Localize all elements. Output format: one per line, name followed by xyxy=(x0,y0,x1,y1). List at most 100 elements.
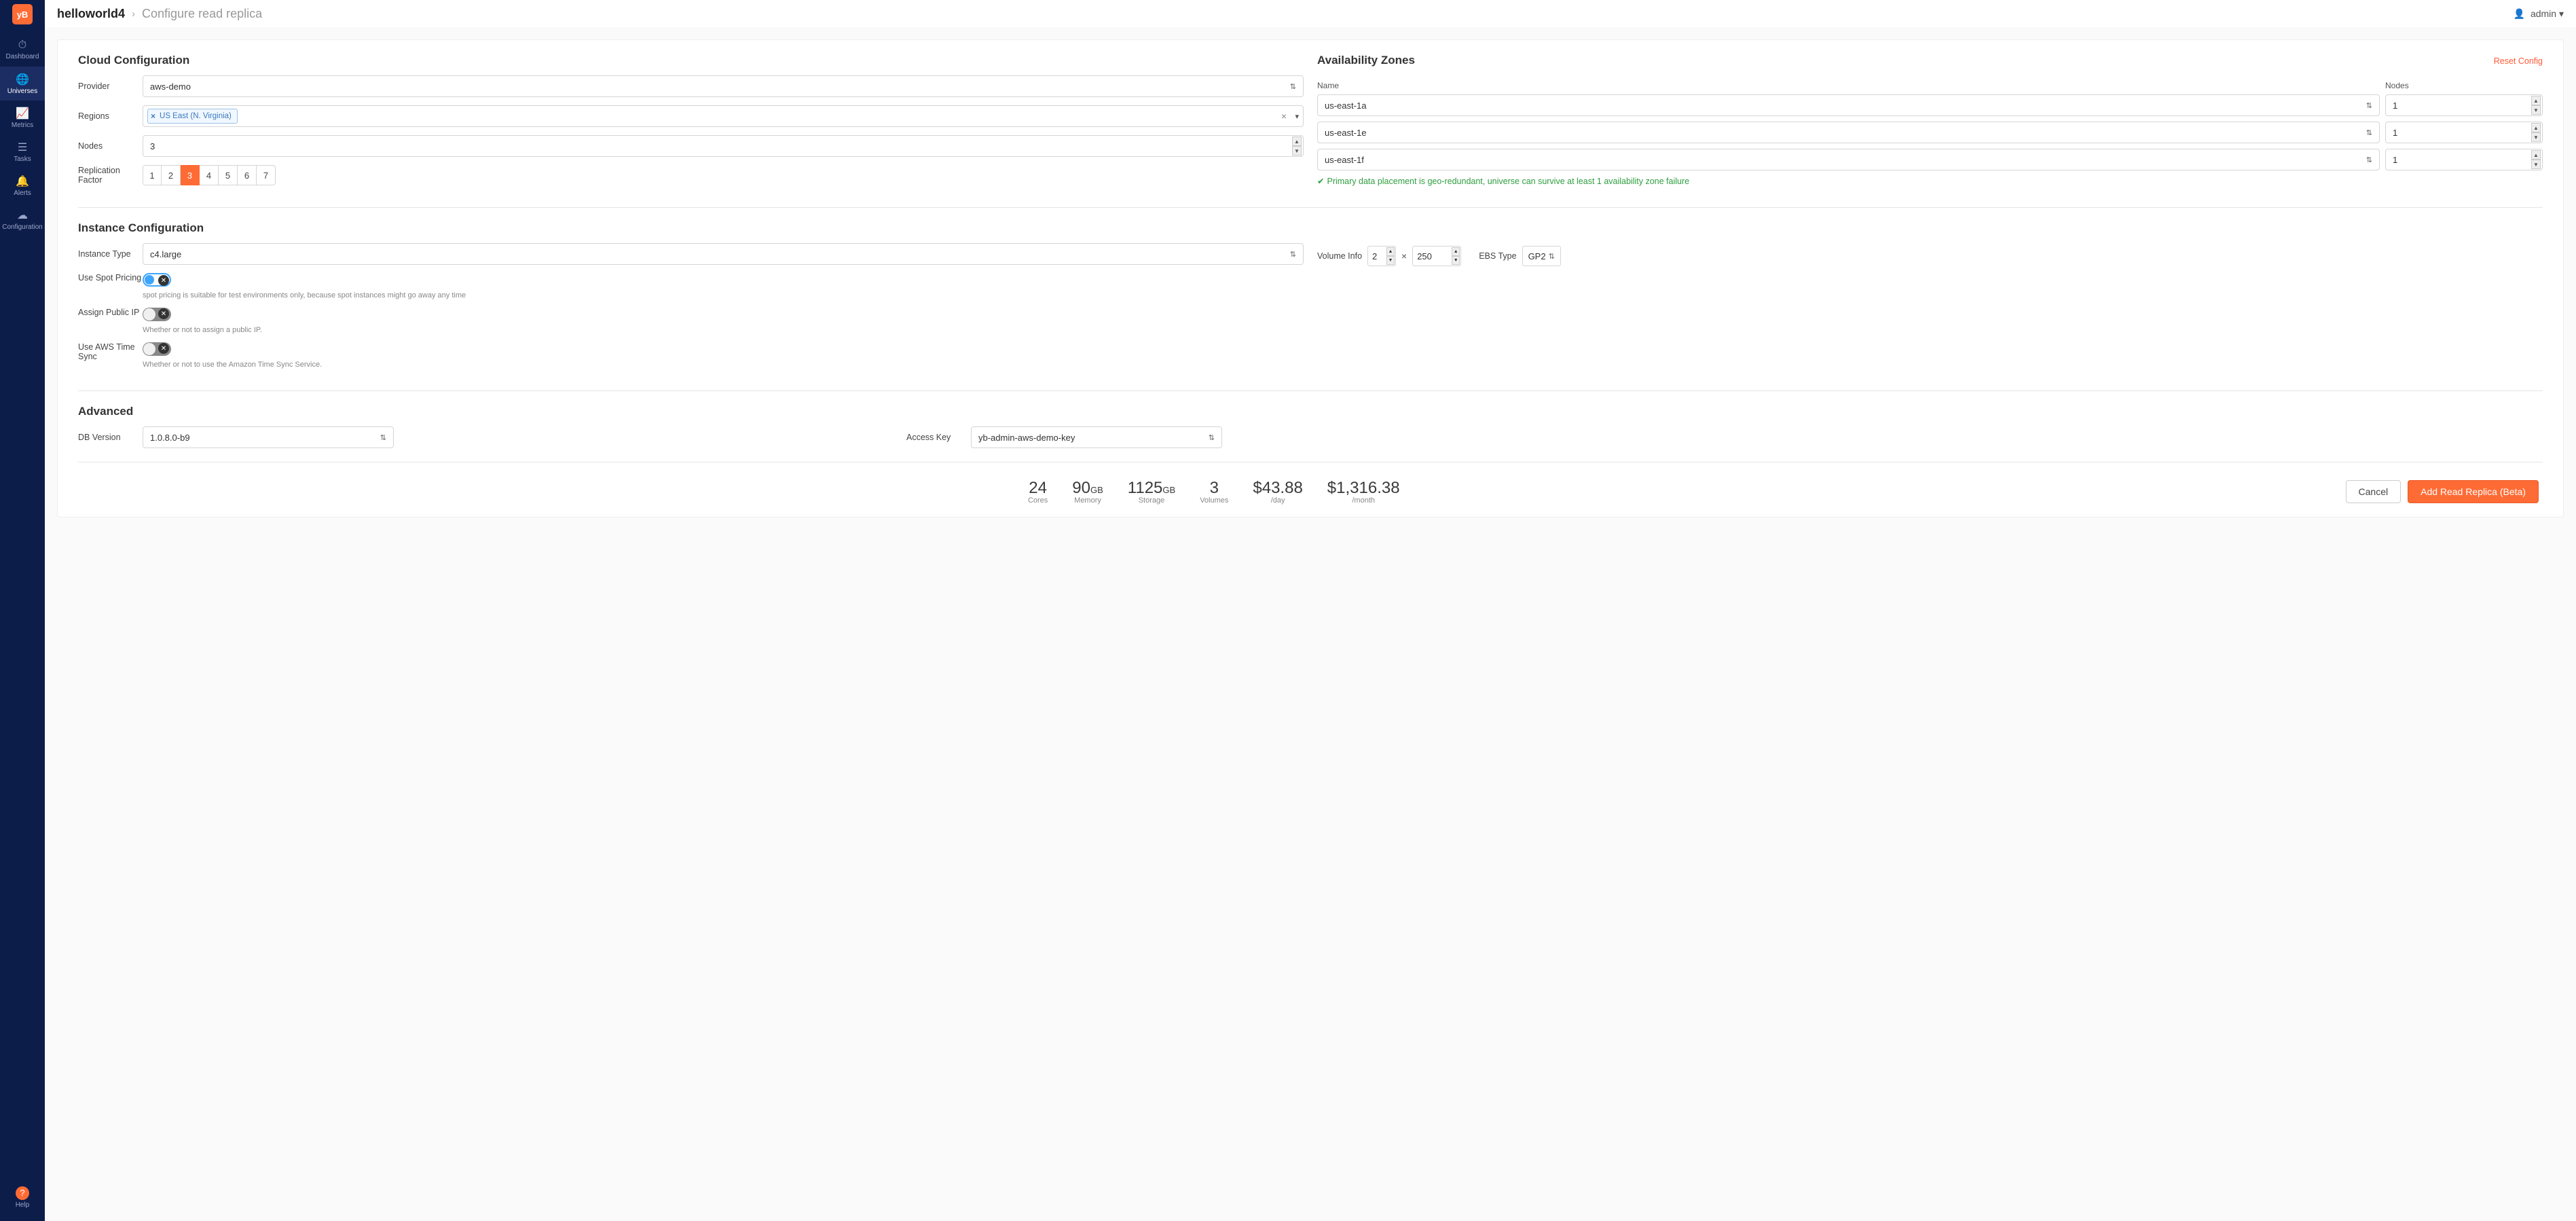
cloud-config-title: Cloud Configuration xyxy=(78,54,1304,67)
geo-note-text: Primary data placement is geo-redundant,… xyxy=(1327,177,1689,186)
stepper-down-icon[interactable]: ▼ xyxy=(1292,146,1302,156)
stepper-up-icon[interactable]: ▲ xyxy=(1292,136,1302,146)
instance-config-title: Instance Configuration xyxy=(78,221,1304,235)
access-key-select[interactable]: yb-admin-aws-demo-key ⇅ xyxy=(971,426,1222,448)
remove-tag-icon[interactable]: × xyxy=(151,111,155,121)
stat-value: 90 xyxy=(1072,479,1090,497)
rf-4[interactable]: 4 xyxy=(200,165,219,185)
stepper-down-icon[interactable]: ▼ xyxy=(2531,160,2541,169)
nav-universes[interactable]: 🌐 Universes xyxy=(0,67,45,101)
az-name-label: Name xyxy=(1317,81,2380,90)
user-icon: 👤 xyxy=(2514,8,2525,19)
nodes-label: Nodes xyxy=(78,141,143,151)
select-arrow-icon: ⇅ xyxy=(1549,252,1555,261)
select-arrow-icon: ⇅ xyxy=(2366,156,2372,164)
select-arrow-icon: ⇅ xyxy=(1290,82,1296,91)
stepper-up-icon[interactable]: ▲ xyxy=(2531,123,2541,132)
toggle-knob xyxy=(145,275,154,285)
reset-config-link[interactable]: Reset Config xyxy=(2494,56,2543,66)
stat-unit: GB xyxy=(1090,485,1103,495)
stepper-up-icon[interactable]: ▲ xyxy=(1452,247,1460,256)
az-nodes-value: 1 xyxy=(2393,101,2397,111)
spot-help-text: spot pricing is suitable for test enviro… xyxy=(143,291,1304,299)
stepper-up-icon[interactable]: ▲ xyxy=(1386,247,1395,256)
nav-help[interactable]: ? Help xyxy=(0,1180,45,1214)
stepper-up-icon[interactable]: ▲ xyxy=(2531,150,2541,160)
regions-input[interactable]: × US East (N. Virginia) × ▾ xyxy=(143,105,1304,127)
sidebar: yB ⏱ Dashboard 🌐 Universes 📈 Metrics ☰ T… xyxy=(0,0,45,1221)
stepper-up-icon[interactable]: ▲ xyxy=(2531,96,2541,105)
rf-1[interactable]: 1 xyxy=(143,165,162,185)
stat-day-cost: $43.88 /day xyxy=(1253,479,1302,505)
stepper-down-icon[interactable]: ▼ xyxy=(2531,105,2541,115)
az-zone-select-1[interactable]: us-east-1e ⇅ xyxy=(1317,122,2380,143)
az-nodes-input-2[interactable]: 1 ▲▼ xyxy=(2385,149,2543,170)
rf-2[interactable]: 2 xyxy=(162,165,181,185)
select-arrow-icon: ⇅ xyxy=(2366,101,2372,110)
timesync-help: Whether or not to use the Amazon Time Sy… xyxy=(143,361,1304,369)
page-title: Configure read replica xyxy=(142,7,262,21)
stat-unit: GB xyxy=(1162,485,1175,495)
replication-factor: 1 2 3 4 5 6 7 xyxy=(143,165,1304,185)
volume-size-input[interactable]: 250 ▲ ▼ xyxy=(1412,246,1461,266)
volume-count-value: 2 xyxy=(1372,251,1377,261)
rf-5[interactable]: 5 xyxy=(219,165,238,185)
cancel-button[interactable]: Cancel xyxy=(2346,480,2402,503)
rf-3[interactable]: 3 xyxy=(181,165,200,185)
az-zone-select-0[interactable]: us-east-1a ⇅ xyxy=(1317,94,2380,116)
instance-type-select[interactable]: c4.large ⇅ xyxy=(143,243,1304,265)
stat-memory: 90GB Memory xyxy=(1072,479,1103,505)
nav-metrics[interactable]: 📈 Metrics xyxy=(0,101,45,134)
volume-size-value: 250 xyxy=(1417,251,1432,261)
stepper-down-icon[interactable]: ▼ xyxy=(2531,132,2541,142)
nav-alerts[interactable]: 🔔 Alerts xyxy=(0,168,45,202)
db-version-value: 1.0.8.0-b9 xyxy=(150,433,190,443)
spot-pricing-toggle[interactable]: ✕ xyxy=(143,273,171,287)
select-arrow-icon: ⇅ xyxy=(2366,128,2372,137)
stat-label: Volumes xyxy=(1200,496,1228,505)
check-icon: ✔ xyxy=(1317,177,1324,186)
stepper-down-icon[interactable]: ▼ xyxy=(1386,256,1395,265)
nav-configuration[interactable]: ☁ Configuration xyxy=(0,202,45,236)
nodes-input[interactable]: 3 ▲ ▼ xyxy=(143,135,1304,157)
nav-tasks[interactable]: ☰ Tasks xyxy=(0,134,45,168)
stepper-down-icon[interactable]: ▼ xyxy=(1452,256,1460,265)
rf-6[interactable]: 6 xyxy=(238,165,257,185)
public-ip-toggle[interactable]: ✕ xyxy=(143,308,171,321)
az-nodes-value: 1 xyxy=(2393,128,2397,138)
nav-label: Alerts xyxy=(14,189,31,197)
region-tag: × US East (N. Virginia) xyxy=(147,109,238,124)
timesync-toggle[interactable]: ✕ xyxy=(143,342,171,356)
rf-7[interactable]: 7 xyxy=(257,165,276,185)
az-zone-select-2[interactable]: us-east-1f ⇅ xyxy=(1317,149,2380,170)
stat-month-cost: $1,316.38 /month xyxy=(1327,479,1400,505)
user-menu[interactable]: 👤 admin ▾ xyxy=(2514,8,2564,20)
db-version-select[interactable]: 1.0.8.0-b9 ⇅ xyxy=(143,426,394,448)
az-nodes-input-1[interactable]: 1 ▲▼ xyxy=(2385,122,2543,143)
az-nodes-label: Nodes xyxy=(2385,81,2543,90)
az-nodes-input-0[interactable]: 1 ▲▼ xyxy=(2385,94,2543,116)
select-arrow-icon: ⇅ xyxy=(1209,433,1215,442)
nav-dashboard[interactable]: ⏱ Dashboard xyxy=(0,33,45,67)
ebs-type-select[interactable]: GP2 ⇅ xyxy=(1522,246,1561,266)
clear-regions-icon[interactable]: × xyxy=(1281,111,1287,122)
az-title: Availability Zones xyxy=(1317,54,1415,67)
universe-name[interactable]: helloworld4 xyxy=(57,7,125,21)
multiply-icon: × xyxy=(1401,251,1407,261)
volume-count-input[interactable]: 2 ▲ ▼ xyxy=(1367,246,1396,266)
ebs-value: GP2 xyxy=(1528,251,1546,261)
public-ip-label: Assign Public IP xyxy=(78,308,143,317)
provider-select[interactable]: aws-demo ⇅ xyxy=(143,75,1304,97)
nav-label: Tasks xyxy=(14,156,31,163)
toggle-x-icon: ✕ xyxy=(158,308,169,319)
region-tag-label: US East (N. Virginia) xyxy=(160,112,232,120)
stat-storage: 1125GB Storage xyxy=(1128,479,1175,505)
logo[interactable]: yB xyxy=(0,1,45,27)
toggle-knob xyxy=(143,343,155,355)
help-icon: ? xyxy=(16,1186,29,1200)
regions-label: Regions xyxy=(78,111,143,121)
chevron-down-icon[interactable]: ▾ xyxy=(1295,112,1299,121)
add-read-replica-button[interactable]: Add Read Replica (Beta) xyxy=(2408,480,2539,503)
cloud-icon: ☁ xyxy=(17,208,28,222)
nodes-value: 3 xyxy=(150,141,155,151)
